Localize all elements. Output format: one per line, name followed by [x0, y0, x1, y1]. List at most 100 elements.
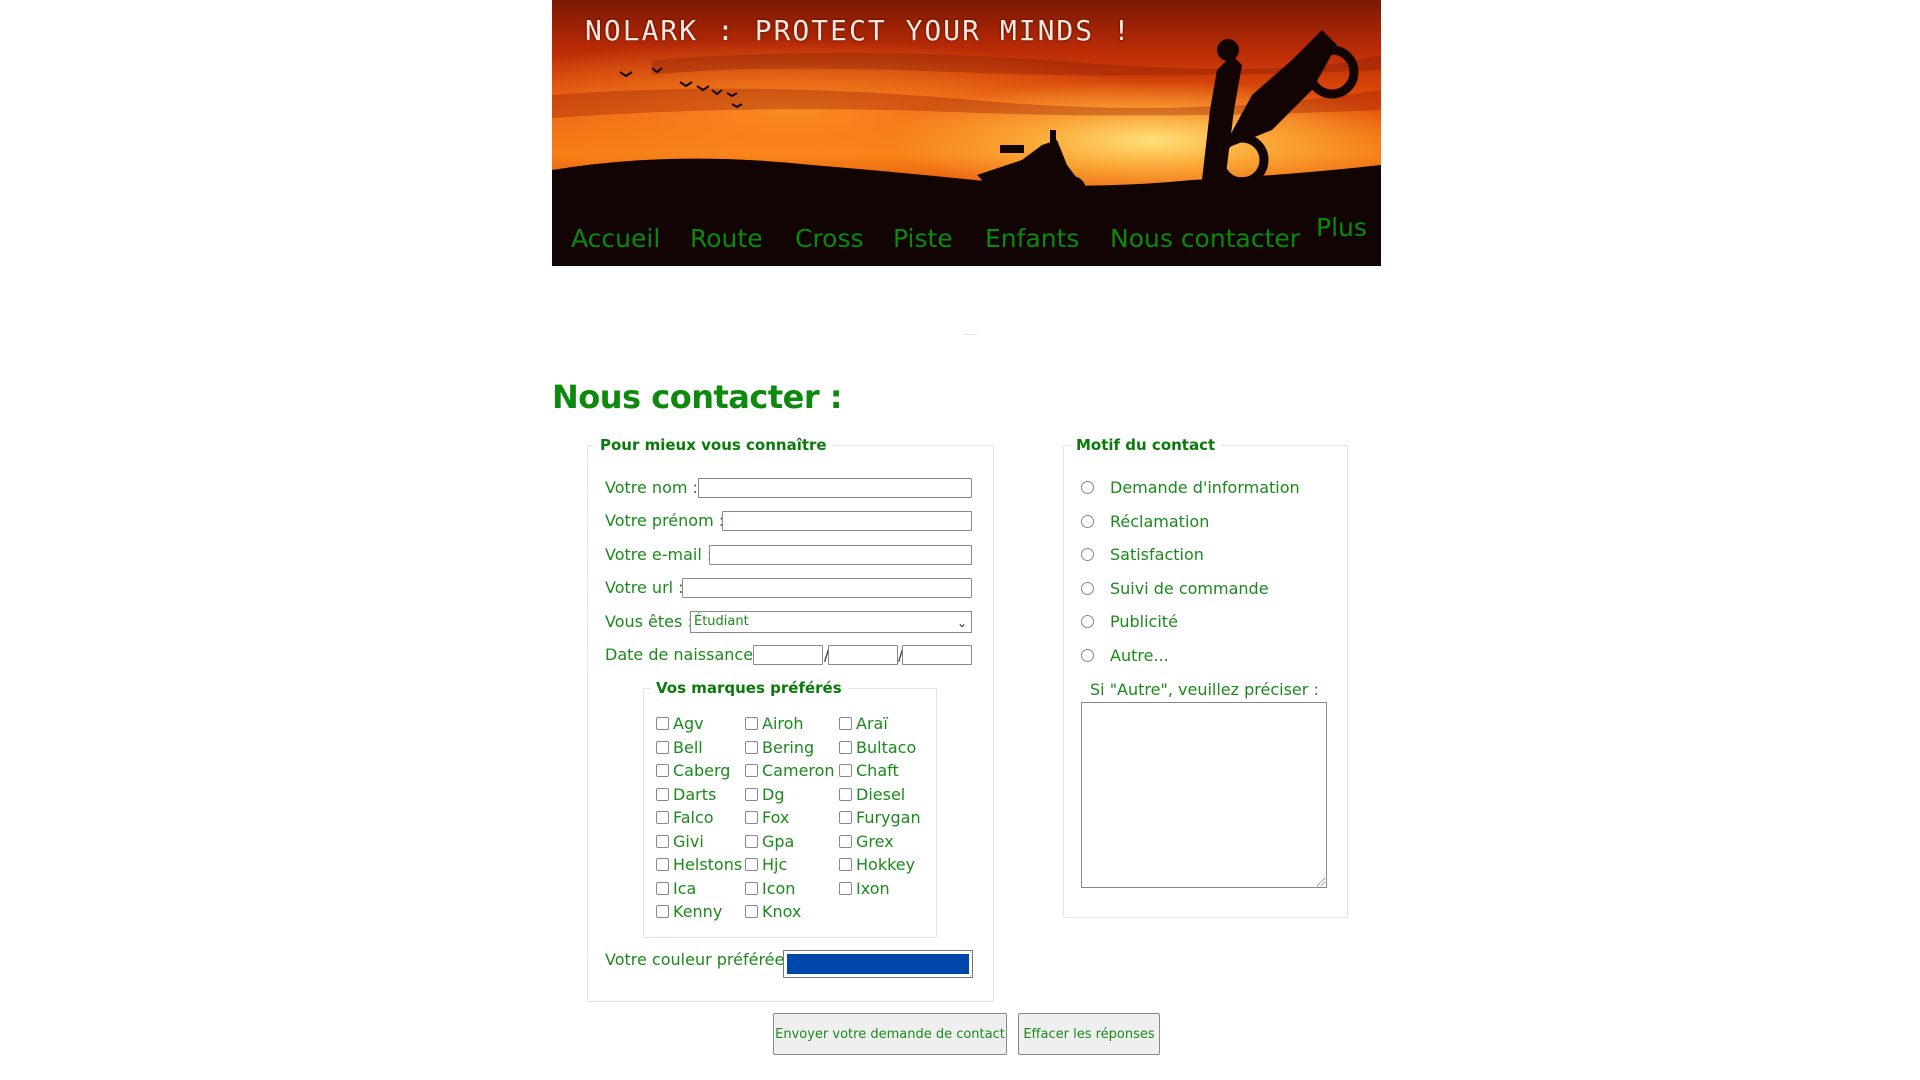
email-input[interactable] [709, 545, 972, 565]
page: NOLARK : PROTECT YOUR MINDS ! Accueil Ro… [552, 0, 1381, 1080]
brand-checkbox[interactable] [745, 740, 758, 754]
brand-checkbox[interactable] [745, 881, 758, 895]
brand-checkbox[interactable] [745, 858, 758, 871]
brand-label: Givi [673, 831, 704, 851]
nav-plus[interactable]: Plus [1316, 213, 1367, 242]
url-label: Votre url : [605, 578, 684, 597]
brand-label: Gpa [762, 831, 795, 851]
nav-piste[interactable]: Piste [893, 224, 953, 253]
prenom-input[interactable] [722, 511, 972, 531]
resize-grip-icon[interactable] [1317, 878, 1325, 886]
brand-label: Bering [762, 737, 815, 757]
other-label: Si "Autre", veuillez préciser : [1090, 680, 1319, 699]
chevron-down-icon: ⌄ [956, 616, 967, 630]
motif-option-label: Suivi de commande [1110, 578, 1269, 598]
brand-label: Fox [762, 808, 790, 827]
brand-label: Hjc [762, 855, 788, 874]
birth-label: Date de naissance : [605, 645, 764, 664]
brand-checkbox[interactable] [839, 858, 852, 871]
page-title: Nous contacter : [552, 378, 843, 416]
brand-checkbox[interactable] [745, 834, 758, 848]
brand-checkbox[interactable] [839, 764, 852, 777]
brand-label: Cameron [762, 761, 835, 780]
motif-option-label: Autre... [1110, 645, 1169, 665]
brand-label: Chaft [856, 761, 899, 780]
motif-radio[interactable] [1081, 581, 1094, 595]
brand-checkbox[interactable] [745, 905, 758, 918]
color-label: Votre couleur préférée : [605, 950, 795, 969]
brand-label: Airoh [762, 714, 804, 733]
brand-label: Grex [856, 831, 894, 851]
other-textarea[interactable] [1081, 702, 1327, 888]
brand-label: Ixon [856, 878, 890, 898]
email-label: Votre e-mail : [605, 545, 713, 564]
brand-label: Caberg [673, 761, 731, 780]
birth-year-input[interactable] [902, 645, 972, 665]
brand-label: Bell [673, 737, 703, 757]
brand-label: Darts [673, 784, 717, 804]
brand-checkbox[interactable] [839, 717, 852, 730]
birth-day-input[interactable] [753, 645, 823, 665]
brand-checkbox[interactable] [656, 858, 669, 871]
divider [964, 334, 978, 335]
brand-checkbox[interactable] [656, 740, 669, 754]
motif-radio[interactable] [1081, 514, 1094, 528]
brand-checkbox[interactable] [839, 740, 852, 754]
brand-checkbox[interactable] [839, 811, 852, 824]
brand-label: Falco [673, 808, 714, 827]
brand-checkbox[interactable] [745, 787, 758, 801]
brand-checkbox[interactable] [839, 881, 852, 895]
status-label: Vous êtes : [605, 612, 693, 631]
nom-input[interactable] [698, 478, 972, 498]
motif-radio[interactable] [1081, 481, 1094, 494]
nav-enfants[interactable]: Enfants [985, 224, 1079, 253]
brand-checkbox[interactable] [656, 764, 669, 777]
brand-checkbox[interactable] [656, 905, 669, 918]
main-nav: Accueil Route Cross Piste Enfants Nous c… [552, 0, 1381, 266]
brand-label: Hokkey [856, 855, 916, 874]
brand-label: Furygan [856, 808, 921, 827]
reset-button[interactable]: Effacer les réponses [1018, 1013, 1160, 1055]
brand-label: Knox [762, 902, 802, 921]
motif-option-label: Réclamation [1110, 511, 1210, 531]
brand-label: Icon [762, 878, 796, 898]
color-fill [787, 954, 969, 974]
url-input[interactable] [682, 578, 972, 598]
motif-option-label: Satisfaction [1110, 545, 1204, 564]
brand-checkbox[interactable] [839, 834, 852, 848]
brand-label: Kenny [673, 902, 723, 921]
motif-radio[interactable] [1081, 648, 1094, 662]
motif-option-label: Publicité [1110, 612, 1178, 631]
brand-checkbox[interactable] [745, 764, 758, 777]
motif-radio[interactable] [1081, 548, 1094, 561]
submit-button[interactable]: Envoyer votre demande de contact [773, 1013, 1007, 1055]
brand-label: Diesel [856, 784, 906, 804]
brand-label: Bultaco [856, 737, 917, 757]
nav-nous-contacter[interactable]: Nous contacter [1110, 224, 1300, 253]
brand-checkbox[interactable] [656, 787, 669, 801]
motif-legend: Motif du contact [1076, 436, 1216, 454]
prenom-label: Votre prénom : [605, 511, 725, 530]
brand-checkbox[interactable] [839, 787, 852, 801]
color-picker[interactable] [783, 950, 973, 978]
brand-label: Ica [673, 878, 697, 898]
brand-checkbox[interactable] [656, 834, 669, 848]
brand-checkbox[interactable] [656, 717, 669, 730]
brand-label: Agv [673, 714, 704, 733]
brand-checkbox[interactable] [745, 717, 758, 730]
brand-label: Helstons [673, 855, 743, 874]
nom-label: Votre nom : [605, 478, 698, 497]
nav-cross[interactable]: Cross [795, 224, 864, 253]
nav-route[interactable]: Route [690, 224, 763, 253]
brands-legend: Vos marques préférés [656, 679, 842, 697]
brand-checkbox[interactable] [656, 811, 669, 824]
brand-label: Araï [856, 714, 888, 733]
birth-month-input[interactable] [828, 645, 898, 665]
brand-checkbox[interactable] [656, 881, 669, 895]
brand-checkbox[interactable] [745, 811, 758, 824]
brand-label: Dg [762, 784, 785, 804]
status-select[interactable]: Étudiant ⌄ [690, 611, 972, 633]
nav-accueil[interactable]: Accueil [571, 224, 660, 253]
personal-legend: Pour mieux vous connaître [600, 436, 827, 454]
motif-radio[interactable] [1081, 615, 1094, 628]
